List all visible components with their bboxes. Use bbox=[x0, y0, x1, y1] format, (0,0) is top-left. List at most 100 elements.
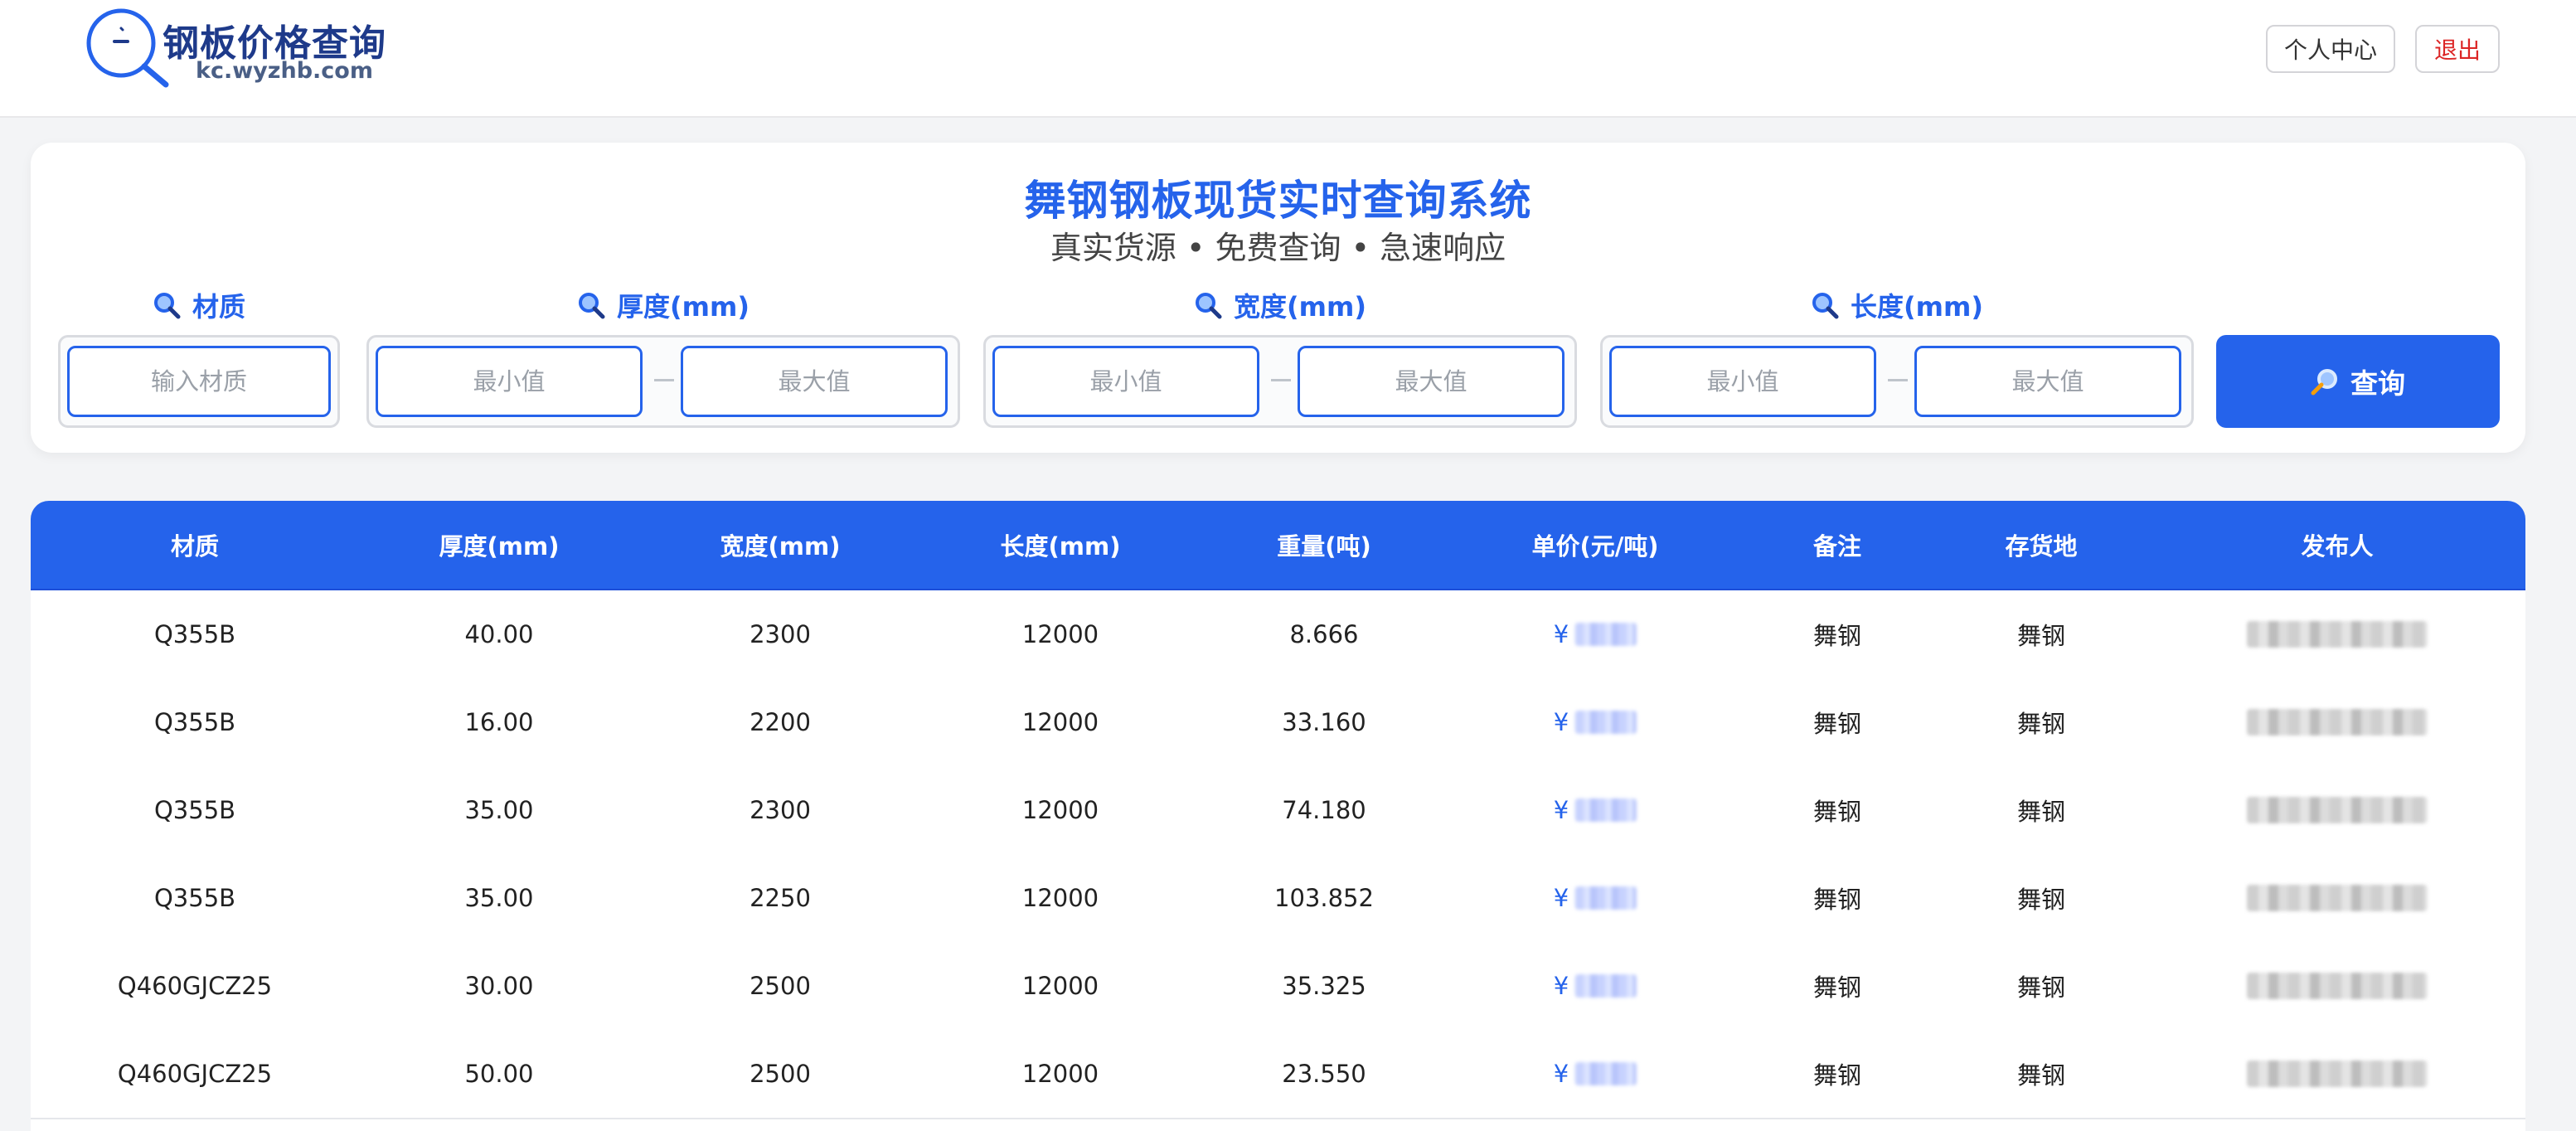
cell-thickness: 16.00 bbox=[464, 708, 534, 736]
cell-length: 12000 bbox=[1021, 1060, 1099, 1088]
column-header-weight[interactable]: 重量(吨) bbox=[1277, 501, 1371, 589]
cell-remark: 舞钢 bbox=[1812, 622, 1862, 650]
column-header-length[interactable]: 长度(mm) bbox=[1001, 501, 1121, 589]
table-row[interactable]: Q355B 16.00 2200 12000 33.160 ¥ 舞钢 舞钢 bbox=[31, 678, 2525, 768]
length-max-input[interactable] bbox=[1914, 346, 2181, 417]
table-row[interactable]: Q460GJCZ25 30.00 2500 12000 35.325 ¥ 舞钢 … bbox=[31, 942, 2525, 1031]
personal-center-button[interactable]: 个人中心 bbox=[2266, 25, 2395, 73]
cell-price: ¥ bbox=[1554, 590, 1637, 678]
cell-material: Q355B bbox=[153, 620, 236, 648]
cell-weight: 33.160 bbox=[1282, 708, 1366, 736]
cell-length: 12000 bbox=[1021, 620, 1099, 648]
cell-location: 舞钢 bbox=[2016, 798, 2066, 826]
logout-button[interactable]: 退出 bbox=[2415, 25, 2500, 73]
column-header-price[interactable]: 单价(元/吨) bbox=[1531, 501, 1658, 589]
thickness-label: 厚度(mm) bbox=[366, 287, 960, 323]
range-dash bbox=[1271, 379, 1291, 381]
price-redacted bbox=[1575, 886, 1637, 910]
column-header-material[interactable]: 材质 bbox=[171, 501, 219, 589]
magnifying-glass-icon bbox=[1812, 293, 1839, 319]
cell-location: 舞钢 bbox=[2016, 886, 2066, 914]
cell-publisher bbox=[2247, 678, 2428, 766]
query-button[interactable]: 查询 bbox=[2216, 335, 2500, 428]
column-header-location[interactable]: 存货地 bbox=[2005, 501, 2077, 589]
cell-remark: 舞钢 bbox=[1812, 973, 1862, 1002]
price-redacted bbox=[1575, 623, 1637, 646]
material-group bbox=[58, 335, 340, 428]
cell-thickness: 30.00 bbox=[464, 972, 534, 1000]
publisher-redacted bbox=[2247, 709, 2428, 735]
cell-weight: 74.180 bbox=[1282, 796, 1366, 824]
cell-material: Q355B bbox=[153, 884, 236, 912]
currency-symbol: ¥ bbox=[1553, 708, 1569, 736]
publisher-redacted bbox=[2247, 1061, 2428, 1087]
table-header: 材质 厚度(mm) 宽度(mm) 长度(mm) 重量(吨) 单价(元/吨) 备注… bbox=[31, 501, 2525, 592]
cell-width: 2200 bbox=[750, 708, 811, 736]
thickness-label-text: 厚度(mm) bbox=[617, 291, 750, 323]
thickness-group bbox=[366, 335, 960, 428]
cell-length: 12000 bbox=[1021, 708, 1099, 736]
publisher-redacted bbox=[2247, 973, 2428, 999]
cell-publisher bbox=[2247, 766, 2428, 854]
price-redacted bbox=[1575, 798, 1637, 822]
cell-price: ¥ bbox=[1554, 854, 1637, 942]
currency-symbol: ¥ bbox=[1553, 884, 1569, 912]
column-header-thickness[interactable]: 厚度(mm) bbox=[439, 501, 560, 589]
cell-thickness: 50.00 bbox=[464, 1060, 534, 1088]
page-title: 舞钢钢板现货实时查询系统 bbox=[1024, 177, 1532, 225]
range-dash bbox=[1888, 379, 1908, 381]
magnifying-glass-icon bbox=[1196, 293, 1222, 319]
cell-publisher bbox=[2247, 942, 2428, 1030]
magnifying-glass-icon bbox=[2311, 369, 2337, 396]
site-logo[interactable]: 钢板价格查询 kc.wyzhb.com bbox=[83, 5, 398, 88]
cell-thickness: 35.00 bbox=[464, 796, 534, 824]
cell-publisher bbox=[2247, 590, 2428, 678]
currency-symbol: ¥ bbox=[1553, 796, 1569, 824]
publisher-redacted bbox=[2247, 797, 2428, 823]
cell-width: 2300 bbox=[750, 620, 811, 648]
cell-material: Q355B bbox=[153, 708, 236, 736]
price-redacted bbox=[1575, 974, 1637, 998]
publisher-redacted bbox=[2247, 621, 2428, 648]
cell-price: ¥ bbox=[1554, 678, 1637, 766]
currency-symbol: ¥ bbox=[1553, 972, 1569, 1000]
table-row[interactable]: Q355B 40.00 2300 12000 8.666 ¥ 舞钢 舞钢 bbox=[31, 590, 2525, 680]
cell-remark: 舞钢 bbox=[1812, 798, 1862, 826]
width-label: 宽度(mm) bbox=[983, 287, 1577, 323]
length-min-input[interactable] bbox=[1609, 346, 1876, 417]
length-label-text: 长度(mm) bbox=[1851, 291, 1983, 323]
width-max-input[interactable] bbox=[1298, 346, 1565, 417]
thickness-min-input[interactable] bbox=[376, 346, 643, 417]
logo-domain: kc.wyzhb.com bbox=[196, 58, 373, 84]
cell-thickness: 40.00 bbox=[464, 620, 534, 648]
table-row[interactable]: Q355B 35.00 2250 12000 103.852 ¥ 舞钢 舞钢 bbox=[31, 854, 2525, 944]
table-row[interactable]: Q460GJCZ25 50.00 2500 12000 23.550 ¥ 舞钢 … bbox=[31, 1030, 2525, 1119]
width-min-input[interactable] bbox=[992, 346, 1259, 417]
magnifying-glass-icon bbox=[579, 293, 605, 319]
cell-weight: 23.550 bbox=[1282, 1060, 1366, 1088]
publisher-redacted bbox=[2247, 885, 2428, 911]
cell-length: 12000 bbox=[1021, 796, 1099, 824]
cell-material: Q355B bbox=[153, 796, 236, 824]
table-row[interactable]: Q355B 35.00 2300 12000 74.180 ¥ 舞钢 舞钢 bbox=[31, 766, 2525, 856]
material-input[interactable] bbox=[67, 346, 331, 417]
width-label-text: 宽度(mm) bbox=[1234, 291, 1366, 323]
material-label: 材质 bbox=[58, 287, 340, 323]
cell-width: 2300 bbox=[750, 796, 811, 824]
thickness-max-input[interactable] bbox=[681, 346, 948, 417]
cell-location: 舞钢 bbox=[2016, 622, 2066, 650]
price-redacted bbox=[1575, 1062, 1637, 1085]
column-header-publisher[interactable]: 发布人 bbox=[2301, 501, 2373, 589]
column-header-remark[interactable]: 备注 bbox=[1813, 501, 1861, 589]
length-group bbox=[1600, 335, 2194, 428]
results-table: 材质 厚度(mm) 宽度(mm) 长度(mm) 重量(吨) 单价(元/吨) 备注… bbox=[31, 501, 2525, 1131]
magnifier-logo-icon bbox=[86, 8, 169, 88]
cell-material: Q460GJCZ25 bbox=[117, 972, 273, 1000]
column-header-width[interactable]: 宽度(mm) bbox=[720, 501, 841, 589]
cell-thickness: 35.00 bbox=[464, 884, 534, 912]
material-label-text: 材质 bbox=[192, 291, 245, 323]
cell-length: 12000 bbox=[1021, 884, 1099, 912]
cell-location: 舞钢 bbox=[2016, 710, 2066, 738]
price-redacted bbox=[1575, 711, 1637, 734]
cell-width: 2500 bbox=[750, 1060, 811, 1088]
